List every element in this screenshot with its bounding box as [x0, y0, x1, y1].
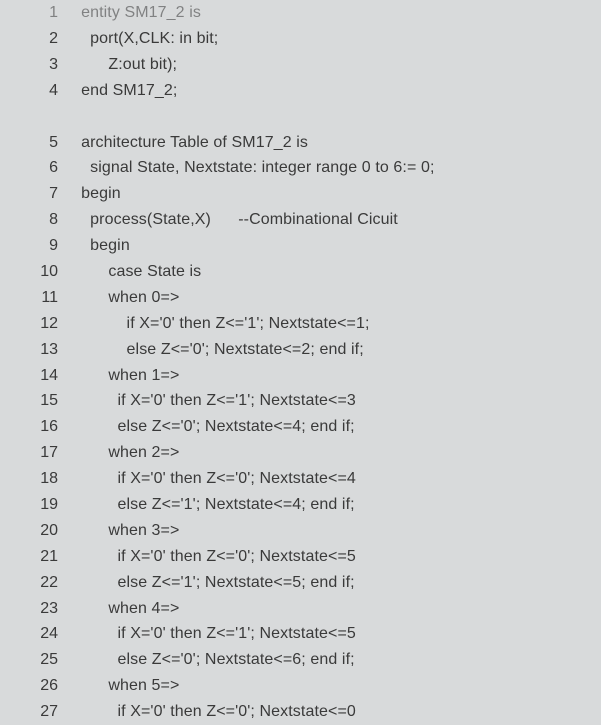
code-line: 21 if X='0' then Z<='0'; Nextstate<=5 — [0, 544, 601, 570]
code-line: 11 when 0=> — [0, 285, 601, 311]
code-text: if X='0' then Z<='0'; Nextstate<=5 — [72, 544, 356, 570]
code-line: 13 else Z<='0'; Nextstate<=2; end if; — [0, 337, 601, 363]
code-line: 14 when 1=> — [0, 363, 601, 389]
code-line: 16 else Z<='0'; Nextstate<=4; end if; — [0, 414, 601, 440]
line-number: 5 — [8, 130, 72, 156]
code-text: signal State, Nextstate: integer range 0… — [72, 155, 435, 181]
line-number: 26 — [8, 673, 72, 699]
code-line: 22 else Z<='1'; Nextstate<=5; end if; — [0, 570, 601, 596]
code-line: 10 case State is — [0, 259, 601, 285]
code-text: else Z<='0'; Nextstate<=4; end if; — [72, 414, 355, 440]
code-line: 24 if X='0' then Z<='1'; Nextstate<=5 — [0, 621, 601, 647]
code-text: architecture Table of SM17_2 is — [72, 130, 308, 156]
line-number: 27 — [8, 699, 72, 725]
code-line: 8 process(State,X) --Combinational Cicui… — [0, 207, 601, 233]
code-text: when 4=> — [72, 596, 179, 622]
code-text: begin — [72, 181, 121, 207]
code-text: if X='0' then Z<='0'; Nextstate<=0 — [72, 699, 356, 725]
line-number: 1 — [8, 0, 72, 26]
line-number: 14 — [8, 363, 72, 389]
code-line: 5 architecture Table of SM17_2 is — [0, 130, 601, 156]
code-text: when 5=> — [72, 673, 179, 699]
code-text: else Z<='1'; Nextstate<=5; end if; — [72, 570, 355, 596]
line-number: 21 — [8, 544, 72, 570]
line-number: 24 — [8, 621, 72, 647]
line-number: 4 — [8, 78, 72, 104]
code-text: port(X,CLK: in bit; — [72, 26, 218, 52]
line-number: 22 — [8, 570, 72, 596]
code-line: 17 when 2=> — [0, 440, 601, 466]
code-line: 19 else Z<='1'; Nextstate<=4; end if; — [0, 492, 601, 518]
code-line: 18 if X='0' then Z<='0'; Nextstate<=4 — [0, 466, 601, 492]
code-line: 2 port(X,CLK: in bit; — [0, 26, 601, 52]
code-text: Z:out bit); — [72, 52, 177, 78]
line-number: 23 — [8, 596, 72, 622]
code-line: 27 if X='0' then Z<='0'; Nextstate<=0 — [0, 699, 601, 725]
line-number: 10 — [8, 259, 72, 285]
code-text: if X='0' then Z<='1'; Nextstate<=1; — [72, 311, 370, 337]
code-line: 4 end SM17_2; — [0, 78, 601, 104]
line-number: 6 — [8, 155, 72, 181]
line-number: 25 — [8, 647, 72, 673]
code-text: when 0=> — [72, 285, 179, 311]
line-number: 18 — [8, 466, 72, 492]
code-text: else Z<='1'; Nextstate<=4; end if; — [72, 492, 355, 518]
code-line: 25 else Z<='0'; Nextstate<=6; end if; — [0, 647, 601, 673]
code-text: end SM17_2; — [72, 78, 177, 104]
code-text: entity SM17_2 is — [72, 0, 201, 26]
code-text: case State is — [72, 259, 201, 285]
code-text: else Z<='0'; Nextstate<=2; end if; — [72, 337, 364, 363]
line-number: 11 — [8, 285, 72, 311]
code-text: if X='0' then Z<='1'; Nextstate<=5 — [72, 621, 356, 647]
code-line: 3 Z:out bit); — [0, 52, 601, 78]
line-number: 3 — [8, 52, 72, 78]
blank-line — [0, 104, 601, 130]
code-text: when 3=> — [72, 518, 179, 544]
code-line: 20 when 3=> — [0, 518, 601, 544]
line-number: 12 — [8, 311, 72, 337]
line-number: 20 — [8, 518, 72, 544]
line-number: 13 — [8, 337, 72, 363]
line-number: 19 — [8, 492, 72, 518]
code-line: 6 signal State, Nextstate: integer range… — [0, 155, 601, 181]
code-listing: 1 entity SM17_2 is2 port(X,CLK: in bit;3… — [0, 0, 601, 725]
code-line: 15 if X='0' then Z<='1'; Nextstate<=3 — [0, 388, 601, 414]
code-text: begin — [72, 233, 130, 259]
code-text: if X='0' then Z<='0'; Nextstate<=4 — [72, 466, 356, 492]
code-text: when 1=> — [72, 363, 179, 389]
code-line: 26 when 5=> — [0, 673, 601, 699]
code-text: process(State,X) --Combinational Cicuit — [72, 207, 398, 233]
code-line: 23 when 4=> — [0, 596, 601, 622]
line-number: 17 — [8, 440, 72, 466]
code-text: when 2=> — [72, 440, 179, 466]
line-number: 15 — [8, 388, 72, 414]
code-line: 9 begin — [0, 233, 601, 259]
code-line: 1 entity SM17_2 is — [0, 0, 601, 26]
code-line: 12 if X='0' then Z<='1'; Nextstate<=1; — [0, 311, 601, 337]
line-number: 2 — [8, 26, 72, 52]
line-number: 9 — [8, 233, 72, 259]
line-number: 16 — [8, 414, 72, 440]
code-line: 7 begin — [0, 181, 601, 207]
line-number: 7 — [8, 181, 72, 207]
line-number: 8 — [8, 207, 72, 233]
code-text: if X='0' then Z<='1'; Nextstate<=3 — [72, 388, 356, 414]
code-text: else Z<='0'; Nextstate<=6; end if; — [72, 647, 355, 673]
